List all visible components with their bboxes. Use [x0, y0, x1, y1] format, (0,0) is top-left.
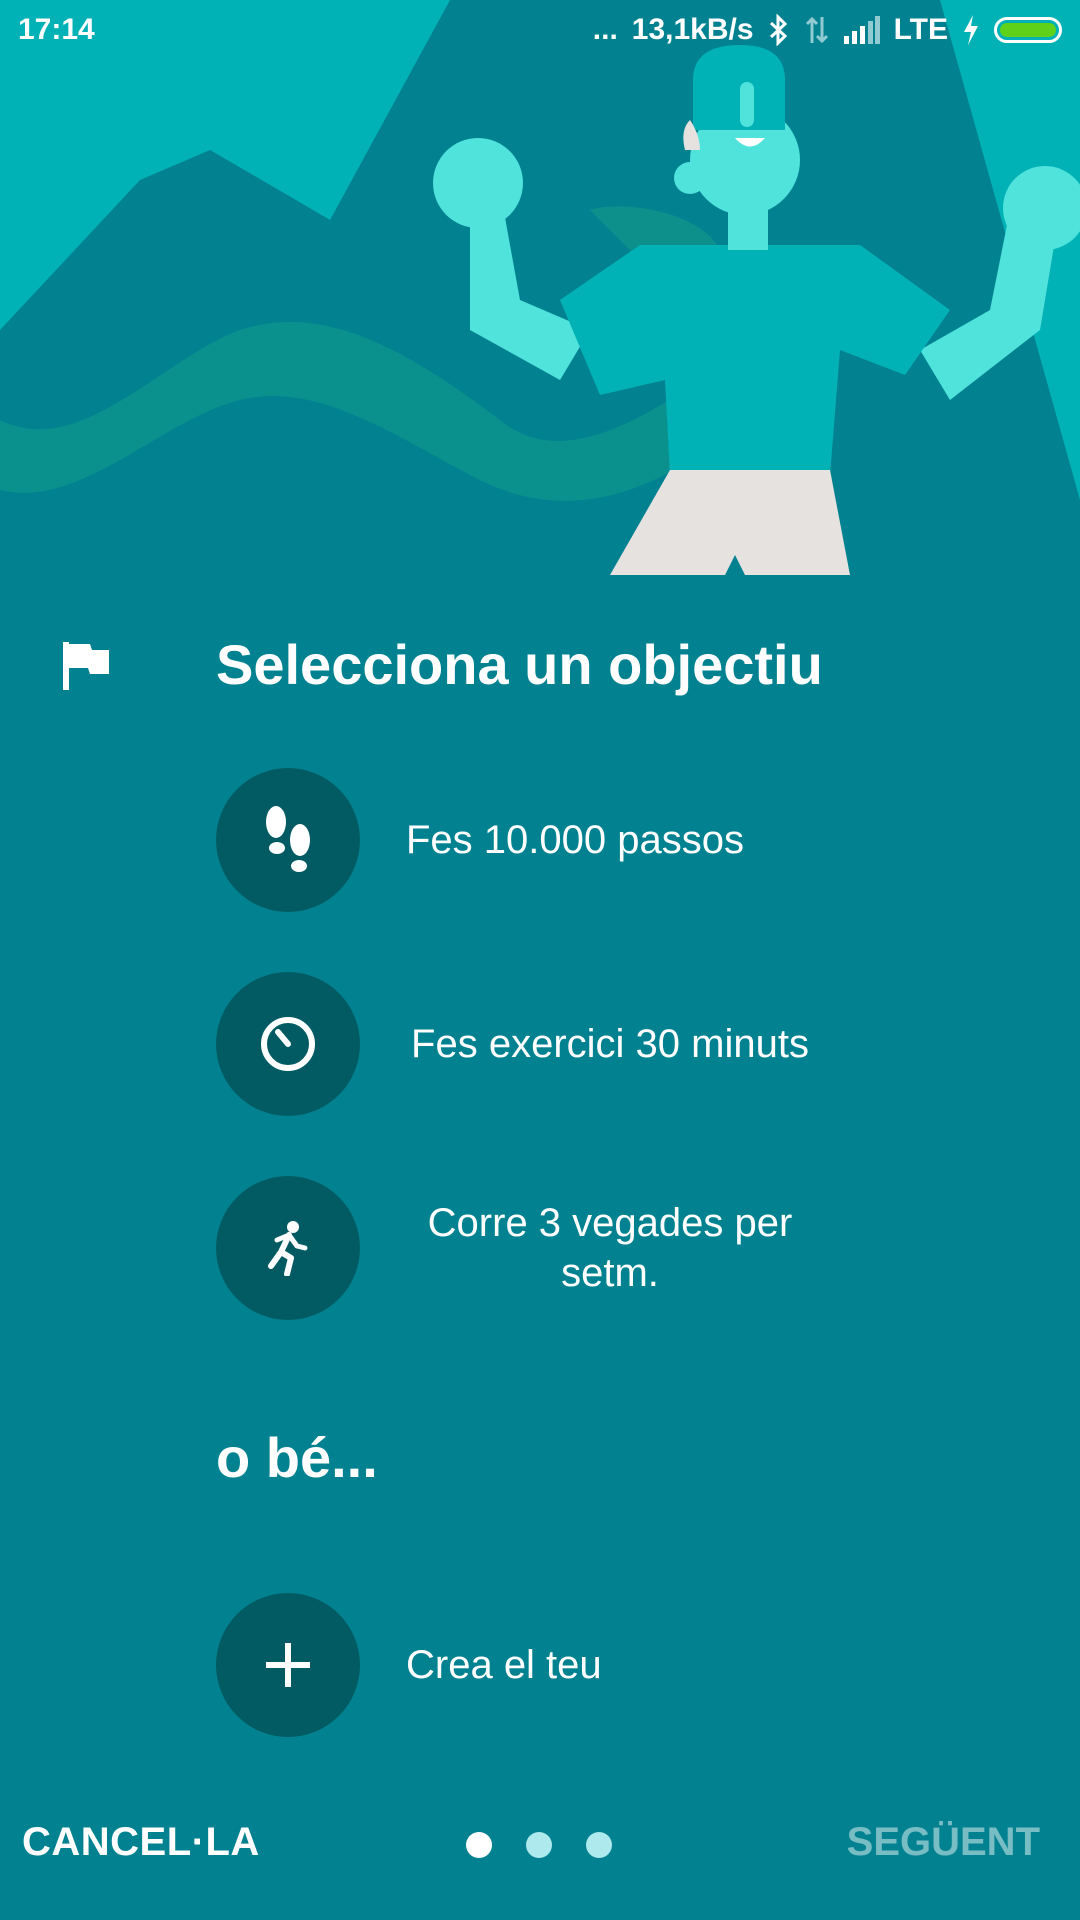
goal-icon-circle: [216, 1593, 360, 1737]
goal-option-steps[interactable]: Fes 10.000 passos: [216, 768, 976, 912]
goal-header: Selecciona un objectiu: [0, 620, 1080, 700]
cancel-button[interactable]: CANCEL·LA: [22, 1820, 260, 1865]
goal-option-run[interactable]: Corre 3 vegades per setm.: [216, 1176, 976, 1320]
page-dot-3: [586, 1832, 612, 1858]
page-indicator: [466, 1832, 612, 1858]
data-arrows-icon: [805, 16, 828, 44]
goal-label: Corre 3 vegades per setm.: [427, 1201, 793, 1295]
battery-icon: [994, 17, 1062, 43]
goal-icon-circle: [216, 972, 360, 1116]
network-type: LTE: [893, 13, 948, 46]
page-title: Selecciona un objectiu: [216, 633, 823, 696]
charging-icon: [964, 15, 978, 45]
running-person-icon: [268, 1221, 308, 1276]
timer-icon: [261, 1017, 315, 1071]
hero-illustration: [0, 0, 1080, 575]
goal-label: Fes 10.000 passos: [406, 818, 744, 862]
footsteps-icon: [266, 806, 310, 872]
goal-icon-circle: [216, 1176, 360, 1320]
notification-dots: ...: [592, 13, 618, 46]
network-speed: 13,1kB/s: [631, 13, 754, 46]
next-button[interactable]: SEGÜENT: [847, 1820, 1040, 1865]
plus-icon: [266, 1643, 310, 1687]
fitness-illustration: [0, 0, 1080, 575]
goal-option-exercise[interactable]: Fes exercici 30 minuts: [216, 972, 976, 1116]
page-dot-2: [526, 1832, 552, 1858]
goal-label: Fes exercici 30 minuts: [411, 1022, 809, 1066]
goal-icon-circle: [216, 768, 360, 912]
goal-label: Crea el teu: [406, 1643, 602, 1687]
battery-level: [1000, 23, 1056, 37]
bluetooth-icon: [769, 14, 787, 46]
bottom-navigation: CANCEL·LA SEGÜENT: [0, 1800, 1080, 1890]
flag-icon: [63, 642, 109, 690]
status-indicators: ... 13,1kB/s LTE: [593, 13, 1062, 47]
status-time: 17:14: [18, 13, 95, 46]
or-separator: o bé...: [216, 1426, 378, 1489]
create-custom-goal[interactable]: Crea el teu: [216, 1593, 976, 1737]
signal-icon: [843, 16, 880, 44]
page-dot-1: [466, 1832, 492, 1858]
status-bar: 17:14 ... 13,1kB/s LTE: [0, 0, 1080, 60]
